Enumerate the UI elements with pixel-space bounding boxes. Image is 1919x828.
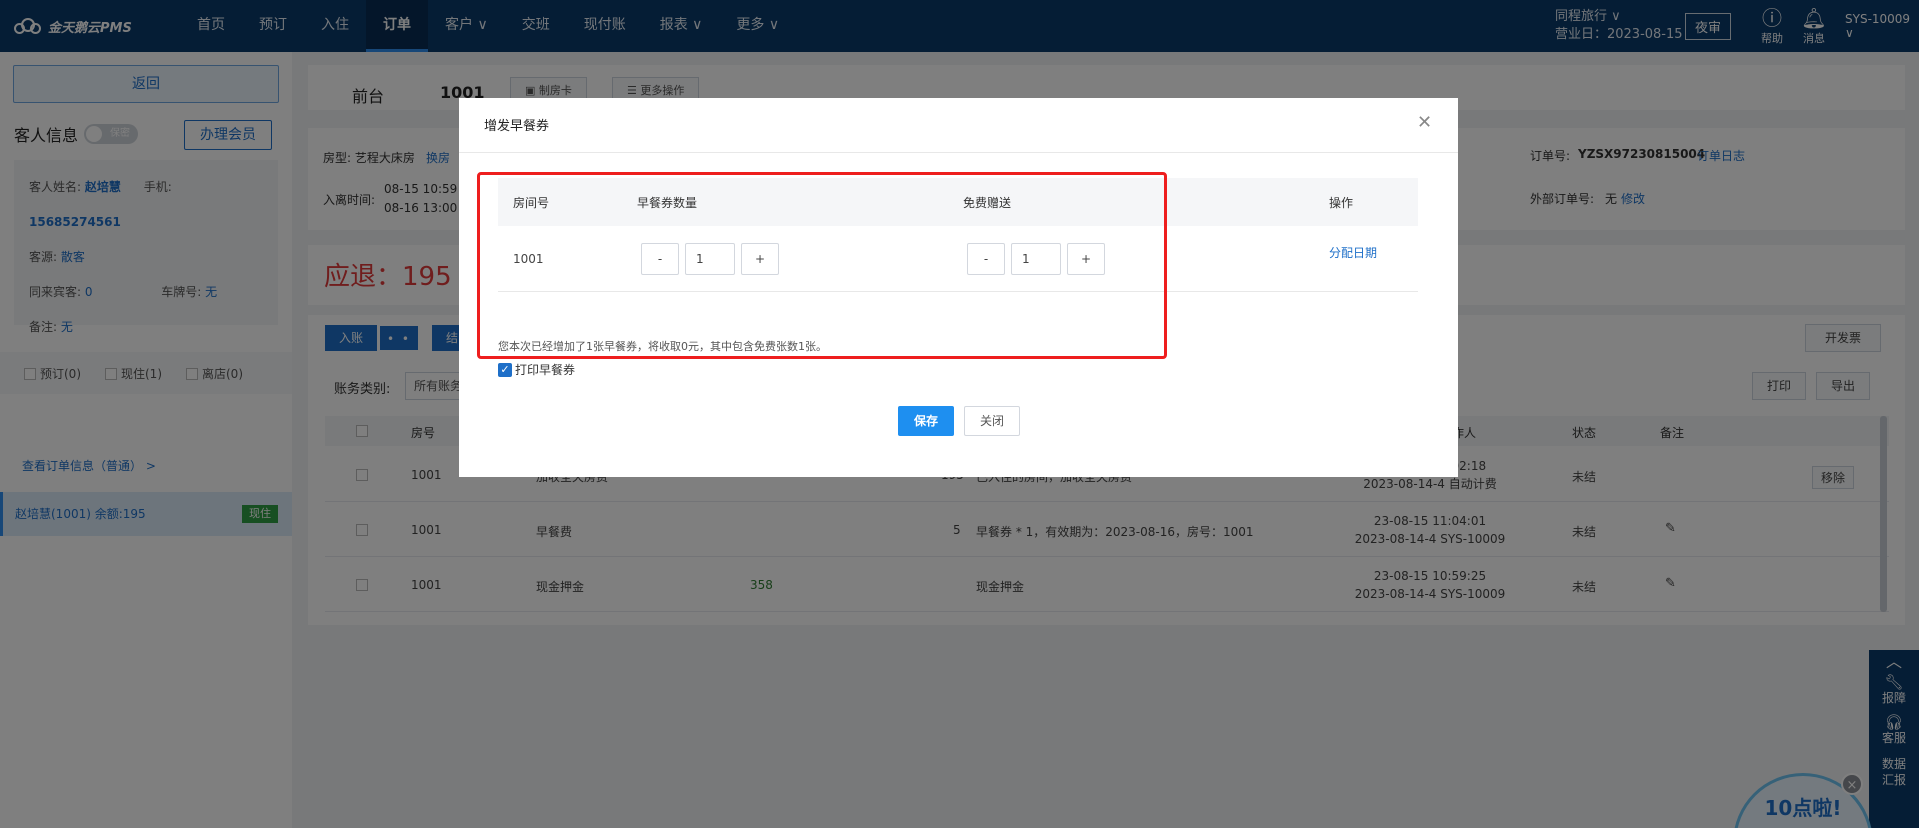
voucher-qty-stepper: - 1 +	[641, 243, 779, 275]
col-voucher-qty: 早餐券数量	[637, 196, 698, 210]
free-gift-stepper: - 1 +	[967, 243, 1105, 275]
free-input[interactable]: 1	[1011, 243, 1061, 275]
check-icon[interactable]: ✓	[498, 362, 512, 377]
dialog-title: 增发早餐券	[484, 119, 550, 134]
save-button[interactable]: 保存	[898, 406, 954, 436]
voucher-summary: 您本次已经增加了1张早餐券，将收取0元，其中包含免费张数1张。	[498, 340, 827, 353]
qty-input[interactable]: 1	[685, 243, 735, 275]
qty-plus-button[interactable]: +	[741, 243, 779, 275]
close-icon[interactable]: ✕	[1417, 112, 1432, 133]
qty-minus-button[interactable]: -	[641, 243, 679, 275]
col-room-no: 房间号	[513, 196, 550, 210]
free-plus-button[interactable]: +	[1067, 243, 1105, 275]
dialog-table-header: 房间号 早餐券数量 免费赠送 操作	[498, 178, 1418, 226]
free-minus-button[interactable]: -	[967, 243, 1005, 275]
col-operation: 操作	[1329, 196, 1354, 210]
close-button[interactable]: 关闭	[964, 406, 1020, 436]
print-voucher-checkbox[interactable]: ✓ 打印早餐券	[498, 361, 575, 378]
dialog-table-row: 1001 - 1 + - 1 + 分配日期	[498, 228, 1418, 292]
dialog-divider	[459, 152, 1458, 153]
add-breakfast-dialog: 增发早餐券 ✕ 房间号 早餐券数量 免费赠送 操作 1001 - 1 + - 1…	[459, 98, 1458, 477]
row-room-no: 1001	[513, 252, 544, 266]
assign-date-link[interactable]: 分配日期	[1329, 244, 1377, 261]
print-voucher-label: 打印早餐券	[515, 363, 576, 377]
col-free-gift: 免费赠送	[963, 196, 1012, 210]
